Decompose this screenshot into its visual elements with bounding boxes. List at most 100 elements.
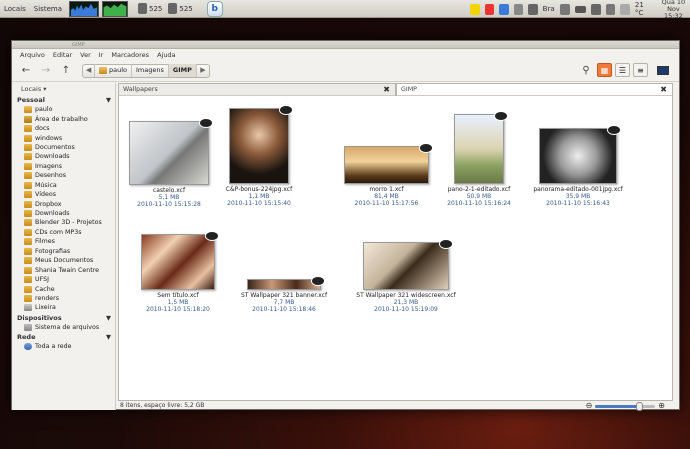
chat-icon[interactable] (605, 3, 616, 15)
close-icon[interactable]: ✖ (383, 84, 390, 96)
menu-system[interactable]: Sistema (30, 5, 66, 13)
sidebar-item[interactable]: Blender 3D - Projetos (12, 218, 115, 227)
sidebar-item[interactable]: Desenhos (12, 171, 115, 180)
zoom-in-icon[interactable]: ⊕ (658, 401, 665, 411)
folder-icon (24, 294, 32, 302)
sidebar-item[interactable]: Shania Twain Centre (12, 265, 115, 274)
sidebar-item[interactable]: UFSJ (12, 275, 115, 284)
menu-editar[interactable]: Editar (53, 51, 72, 59)
sidebar-item[interactable]: Cache (12, 284, 115, 293)
sidebar-item[interactable]: CDs com MP3s (12, 228, 115, 237)
sidebar-header[interactable]: Locais ▾ (12, 83, 115, 95)
sidebar-item-filesystem[interactable]: Sistema de arquivos (12, 323, 115, 332)
sidebar-item[interactable]: Filmes (12, 237, 115, 246)
clock-time: 15:32 (664, 11, 683, 20)
signal-icon[interactable] (528, 3, 538, 15)
mail-icon[interactable] (559, 3, 571, 15)
app-launcher-icon[interactable]: b (206, 0, 223, 17)
folder-icon (24, 238, 32, 246)
menu-places[interactable]: Locais (0, 5, 30, 13)
menu-ajuda[interactable]: Ajuda (157, 51, 175, 59)
sidebar-item[interactable]: Meus Documentos (12, 256, 115, 265)
sidebar-item-label: Imagens (35, 162, 62, 170)
crumb-imagens[interactable]: Imagens (132, 64, 169, 77)
gimp-emblem-icon (205, 231, 219, 241)
monitor-icon[interactable] (655, 62, 671, 78)
up-button[interactable]: ↑ (58, 63, 74, 79)
menu-ir[interactable]: Ir (99, 51, 104, 59)
tab-gimp[interactable]: GIMP ✖ (397, 84, 672, 96)
list-view-button[interactable]: ☰ (615, 63, 630, 77)
sidebar-item[interactable]: Fotografias (12, 247, 115, 256)
collapse-icon[interactable]: ▼ (106, 95, 111, 105)
zoom-slider-knob[interactable] (636, 401, 644, 411)
sidebar-item[interactable]: Dropbox (12, 199, 115, 208)
zoom-out-icon[interactable]: ⊖ (586, 401, 593, 411)
compact-view-button[interactable]: ≡ (633, 63, 648, 77)
battery-status-icon[interactable] (470, 3, 480, 15)
cpu-graph[interactable] (69, 0, 99, 17)
zoom-slider[interactable] (595, 401, 656, 411)
clock[interactable]: Qua 10 Nov 15:32 (657, 0, 690, 20)
file-item[interactable]: ST Wallpaper 321 widescreen.xcf 21,3 MB 20… (356, 239, 456, 313)
section-pessoal-title: Pessoal (17, 96, 45, 104)
sidebar-item[interactable]: Downloads (12, 152, 115, 161)
crumb-next-button[interactable]: ▶ (197, 64, 209, 77)
section-pessoal[interactable]: Pessoal ▼ (12, 95, 115, 105)
update-icon[interactable] (484, 3, 495, 15)
sidebar-item[interactable]: Música (12, 181, 115, 190)
tab-wallpapers[interactable]: Wallpapers ✖ (119, 84, 395, 96)
section-dispositivos[interactable]: Dispositivos ▼ (12, 313, 115, 323)
file-item[interactable]: panorama-editado-001jpg.xcf 35,9 MB 2010-1… (528, 125, 628, 207)
sidebar-item[interactable]: Documentos (12, 143, 115, 152)
folder-icon (24, 172, 32, 180)
sidebar-item[interactable]: Área de trabalho (12, 114, 115, 123)
sidebar-item[interactable]: windows (12, 133, 115, 142)
sidebar-item[interactable]: Downloads (12, 209, 115, 218)
section-rede[interactable]: Rede ▼ (12, 332, 115, 342)
volume-icon[interactable] (591, 3, 601, 15)
folder-icon (24, 210, 32, 218)
sidebar-item-network[interactable]: Toda a rede (12, 342, 115, 351)
file-item[interactable]: ST Wallpaper 321 banner.xcf 7,7 MB 2010-11… (234, 276, 334, 313)
collapse-icon[interactable]: ▼ (106, 332, 111, 342)
file-name: castelo.xcf (152, 187, 186, 194)
file-item[interactable]: pano-2-1-editado.xcf 50,9 MB 2010-11-10 15… (429, 111, 529, 207)
sidebar-item[interactable]: Imagens (12, 162, 115, 171)
file-item[interactable]: C&P-bonus-224jpg.xcf 1,1 MB 2010-11-10 15:… (209, 105, 309, 207)
temperature[interactable]: 21 °C (635, 1, 652, 17)
close-icon[interactable]: ✖ (660, 84, 667, 96)
file-item[interactable]: castelo.xcf 5,1 MB 2010-11-10 15:15:28 (119, 118, 219, 208)
keyboard-layout[interactable]: Bra (543, 5, 555, 13)
weather-icon[interactable] (620, 3, 630, 15)
collapse-icon[interactable]: ▼ (106, 313, 111, 323)
gimp-emblem-icon (607, 125, 621, 135)
crumb-paulo[interactable]: paulo (95, 64, 133, 77)
file-item[interactable]: Sem título.xcf 1,5 MB 2010-11-10 15:18:20 (128, 231, 228, 313)
dropbox-icon[interactable] (499, 3, 509, 15)
section-rede-title: Rede (17, 333, 36, 342)
file-name: pano-2-1-editado.xcf (447, 186, 511, 193)
sidebar-item[interactable]: renders (12, 294, 115, 303)
sidebar-item[interactable]: Vídeos (12, 190, 115, 199)
sidebar-item[interactable]: paulo (12, 105, 115, 114)
battery-icon[interactable] (575, 5, 587, 13)
file-size: 21,3 MB (393, 299, 419, 306)
forward-button[interactable]: → (38, 63, 54, 79)
menu-arquivo[interactable]: Arquivo (20, 51, 45, 59)
folder-icon (24, 115, 32, 123)
back-button[interactable]: ← (18, 63, 34, 79)
crumb-gimp[interactable]: GIMP (168, 64, 197, 77)
menu-marcadores[interactable]: Marcadores (111, 51, 149, 59)
settings-icon[interactable] (513, 3, 524, 15)
menu-ver[interactable]: Ver (80, 51, 91, 59)
file-date: 2010-11-10 15:16:43 (546, 200, 610, 207)
window-titlebar[interactable]: GIMP (12, 41, 679, 49)
memory-graph[interactable] (102, 0, 128, 17)
sidebar-item[interactable]: docs (12, 124, 115, 133)
crumb-prev-button[interactable]: ◀ (83, 64, 95, 77)
sidebar-item[interactable]: Lixeira (12, 303, 115, 312)
search-icon[interactable]: ⚲ (578, 62, 594, 78)
file-item[interactable]: morro 1.xcf 81,4 MB 2010-11-10 15:17:56 (337, 143, 437, 207)
icon-view-button[interactable]: ▦ (597, 63, 612, 77)
